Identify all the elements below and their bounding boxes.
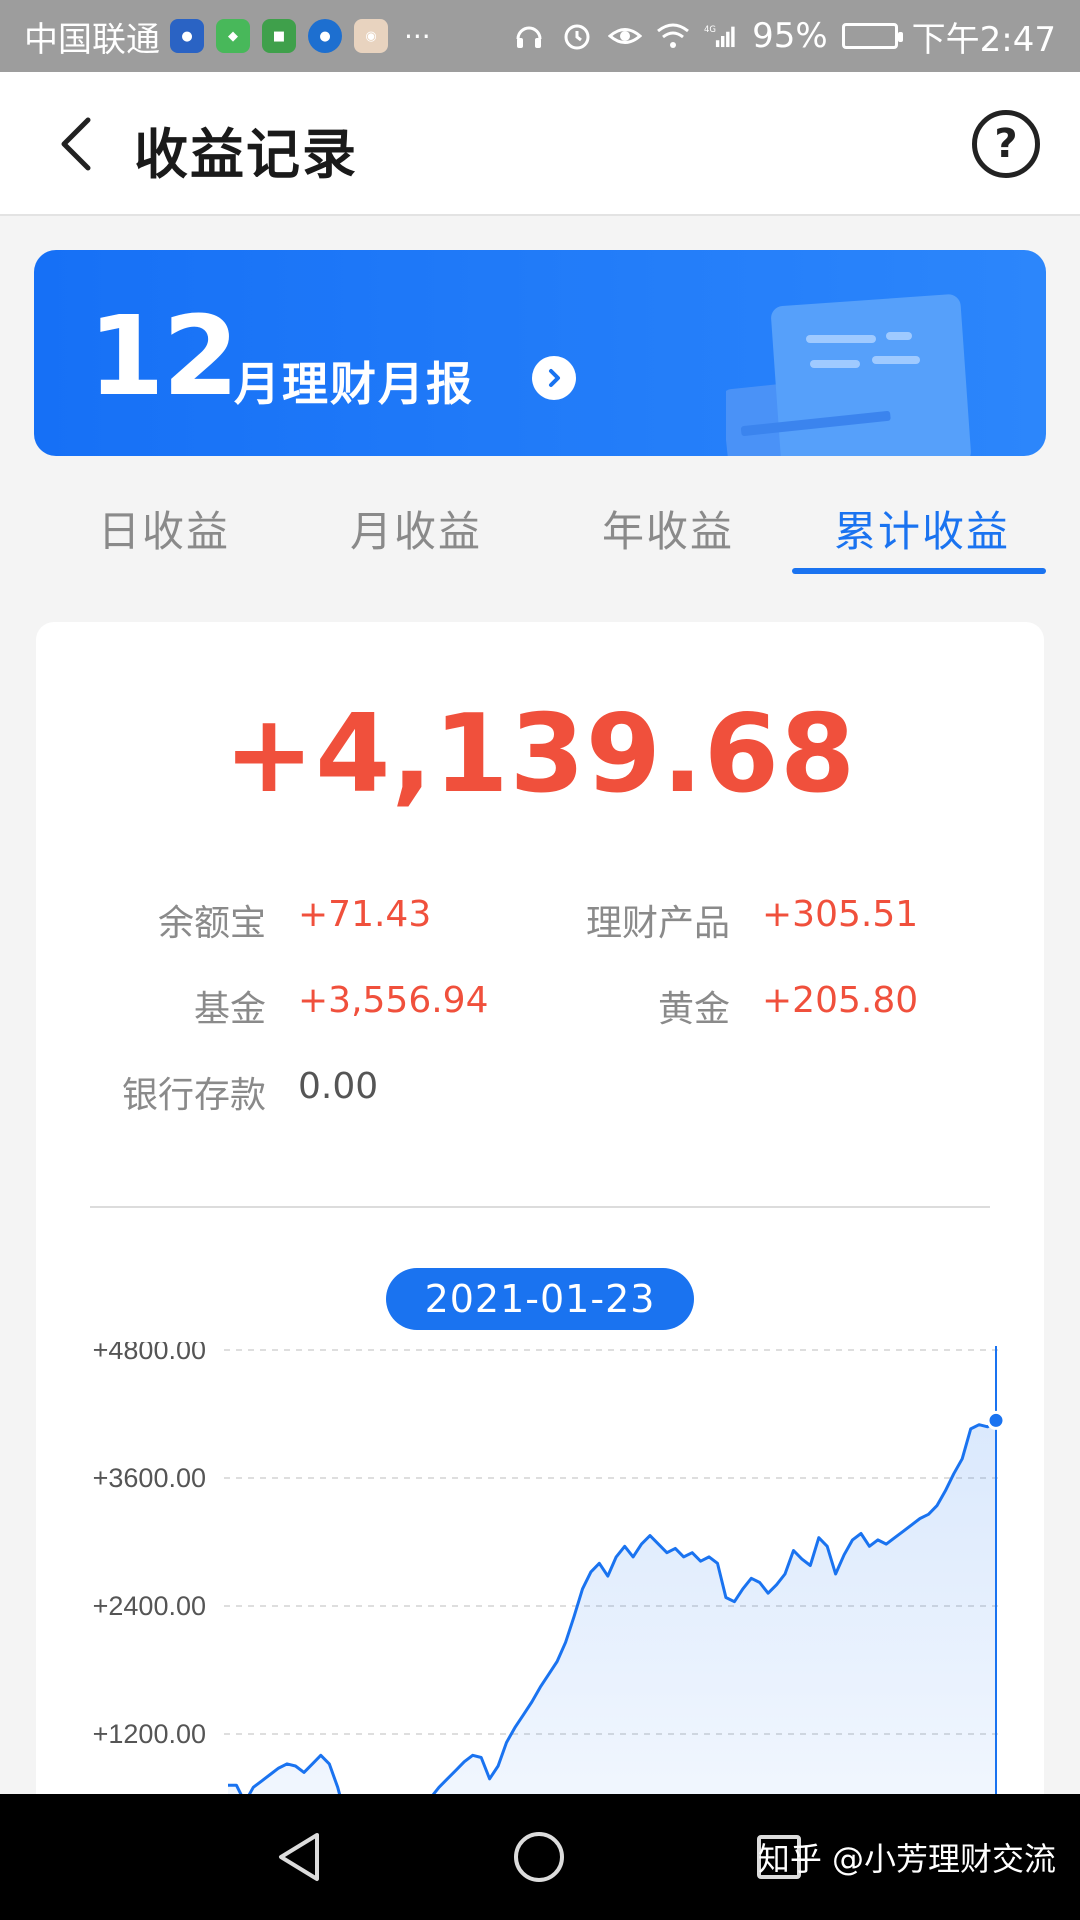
stat-label: 理财产品: [585, 903, 730, 944]
page-title: 收益记录: [134, 123, 358, 186]
banner-label: 月理财月报: [234, 357, 474, 411]
chevron-left-icon: [61, 117, 91, 171]
status-bar: 中国联通 ● ◆ ■ ● ◉ ··· 4G 95% 下午2:47: [0, 0, 1080, 72]
cellular-signal-icon: 4G: [704, 19, 738, 53]
y-tick-label: +4800.00: [93, 1342, 206, 1365]
chart-date-pill: 2021-01-23: [386, 1268, 694, 1330]
chart-cursor-point: [986, 1410, 1006, 1430]
stat-value: +3,556.94: [298, 980, 489, 1021]
tab-daily-earnings[interactable]: 日收益: [98, 498, 230, 559]
tab-yearly-earnings[interactable]: 年收益: [602, 498, 734, 559]
notification-app-icon: ■: [262, 19, 296, 53]
y-tick-label: +1200.00: [93, 1719, 206, 1749]
banner-month-number: 12: [88, 292, 239, 420]
chevron-right-icon: [532, 356, 576, 400]
nav-back-button[interactable]: [266, 1824, 332, 1890]
tab-cumulative-earnings[interactable]: 累计收益: [834, 498, 1010, 559]
battery-icon: [841, 23, 903, 49]
more-notifications-icon: ···: [404, 19, 431, 53]
tab-monthly-earnings[interactable]: 月收益: [350, 498, 482, 559]
alarm-icon: [560, 19, 594, 53]
stat-value: 0.00: [298, 1066, 379, 1107]
notification-app-icon: ◉: [354, 19, 388, 53]
y-tick-label: +2400.00: [93, 1591, 206, 1621]
report-illustration-icon: [726, 294, 971, 456]
total-earnings: +4,139.68: [223, 692, 857, 817]
eye-comfort-icon: [608, 19, 643, 53]
battery-percent: 95%: [752, 16, 828, 56]
notification-app-icon: ●: [170, 19, 204, 53]
notification-app-icon: ◆: [216, 19, 250, 53]
earnings-tabs: 日收益 月收益 年收益 累计收益: [0, 480, 1080, 580]
app-header: 收益记录 ?: [0, 72, 1080, 216]
triangle-back-icon: [279, 1833, 319, 1881]
stat-label: 基金: [193, 989, 266, 1030]
help-button[interactable]: ?: [972, 110, 1040, 178]
carrier-name: 中国联通: [24, 19, 160, 60]
active-tab-indicator: [792, 568, 1046, 574]
stat-value: +305.51: [762, 894, 919, 935]
stat-value: +205.80: [762, 980, 919, 1021]
monthly-report-banner[interactable]: 12 月理财月报: [34, 250, 1046, 456]
stat-value: +71.43: [298, 894, 432, 935]
clock-time: 下午2:47: [911, 19, 1056, 60]
y-tick-label: +3600.00: [93, 1463, 206, 1493]
earnings-card: +4,139.68 余额宝 +71.43 理财产品 +305.51 基金 +3,…: [36, 622, 1044, 1920]
stat-label: 银行存款: [121, 1075, 266, 1116]
nav-home-button[interactable]: [506, 1824, 572, 1890]
system-nav-bar: 知乎 @小芳理财交流: [0, 1794, 1080, 1920]
circle-home-icon: [514, 1832, 564, 1882]
stat-label: 余额宝: [157, 903, 266, 944]
zhihu-notification-icon: ●: [308, 19, 342, 53]
svg-text:4G: 4G: [704, 25, 716, 35]
wifi-icon: [656, 19, 690, 53]
back-button[interactable]: [40, 108, 112, 180]
headphones-icon: [512, 19, 546, 53]
divider: [90, 1206, 990, 1208]
stat-label: 黄金: [657, 989, 730, 1030]
zhihu-watermark: 知乎 @小芳理财交流: [757, 1840, 1056, 1878]
